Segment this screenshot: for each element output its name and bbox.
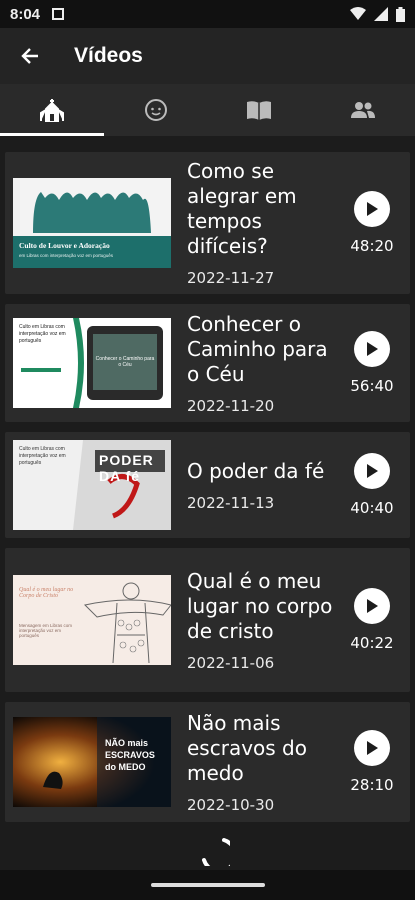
- battery-icon: [396, 6, 405, 22]
- video-date: 2022-11-13: [187, 493, 275, 512]
- thumbnail-subcaption: em Libras com interpretação voz em portu…: [19, 253, 114, 258]
- video-card[interactable]: Qual é o meu lugar no Corpo de Cristo Me…: [5, 548, 410, 692]
- video-date: 2022-11-20: [187, 396, 275, 415]
- thumbnail-subcaption: Conhecer o Caminho para o Céu: [95, 356, 155, 368]
- thumbnail-caption: Qual é o meu lugar no Corpo de Cristo: [19, 587, 74, 599]
- video-info: Não mais escravos do medo 2022-10-30: [187, 711, 342, 814]
- page-title: Vídeos: [74, 44, 143, 67]
- play-control: 48:20: [342, 191, 402, 255]
- status-time: 8:04: [10, 5, 41, 23]
- video-thumbnail: Culto em Libras com interpretação voz em…: [13, 318, 171, 408]
- play-control: 40:40: [342, 453, 402, 517]
- play-button[interactable]: [354, 191, 390, 227]
- video-card[interactable]: NÃO mais ESCRAVOS do MEDO Não mais escra…: [5, 702, 410, 822]
- video-duration: 28:10: [350, 776, 394, 794]
- video-date: 2022-11-06: [187, 653, 275, 672]
- video-duration: 56:40: [350, 377, 394, 395]
- video-date: 2022-10-30: [187, 795, 275, 814]
- video-title: Como se alegrar em tempos difíceis?: [187, 159, 297, 258]
- home-gesture-handle[interactable]: [150, 883, 265, 887]
- play-icon: [367, 342, 378, 356]
- video-card[interactable]: Culto em Libras com interpretação voz em…: [5, 304, 410, 422]
- video-card[interactable]: Culto de Louvor e Adoração em Libras com…: [5, 152, 410, 294]
- video-info: O poder da fé 2022-11-13: [187, 459, 342, 512]
- notification-icon: [52, 8, 65, 20]
- status-icons: [350, 6, 405, 22]
- video-card[interactable]: Culto em Libras com interpretação voz em…: [5, 432, 410, 538]
- thumbnail-subcaption: PODER DA fé: [99, 452, 154, 484]
- video-info: Qual é o meu lugar no corpo de cristo 20…: [187, 569, 342, 672]
- play-icon: [367, 202, 378, 216]
- app-bar: Vídeos: [0, 28, 415, 84]
- play-button[interactable]: [354, 453, 390, 489]
- tab-kids[interactable]: [104, 84, 208, 136]
- thumbnail-subcaption: Mensagem em Libras com interpretação voz…: [19, 623, 73, 638]
- play-icon: [367, 599, 378, 613]
- loading-spinner: [190, 826, 238, 874]
- system-nav-bar: [0, 870, 415, 900]
- thumbnail-caption: Culto de Louvor e Adoração: [19, 241, 110, 250]
- video-thumbnail: Culto de Louvor e Adoração em Libras com…: [13, 178, 171, 268]
- tab-indicator: [0, 133, 104, 136]
- video-duration: 48:20: [350, 237, 394, 255]
- church-icon: [39, 99, 64, 122]
- back-button[interactable]: [16, 42, 44, 70]
- child-face-icon: [144, 99, 167, 121]
- book-icon: [247, 101, 272, 120]
- video-thumbnail: Culto em Libras com interpretação voz em…: [13, 440, 171, 530]
- wifi-icon: [350, 7, 366, 20]
- tab-bible[interactable]: [208, 84, 312, 136]
- video-date: 2022-11-27: [187, 269, 275, 287]
- thumbnail-caption: NÃO mais ESCRAVOS do MEDO: [105, 738, 155, 772]
- video-duration: 40:22: [350, 634, 394, 652]
- tab-church[interactable]: [0, 84, 104, 136]
- video-title: Não mais escravos do medo: [187, 710, 307, 785]
- play-icon: [367, 464, 378, 478]
- play-control: 28:10: [342, 730, 402, 794]
- play-icon: [367, 741, 378, 755]
- play-button[interactable]: [354, 331, 390, 367]
- status-bar: 8:04: [0, 0, 415, 28]
- video-title: Qual é o meu lugar no corpo de cristo: [187, 568, 333, 643]
- signal-icon: [374, 7, 388, 21]
- video-thumbnail: NÃO mais ESCRAVOS do MEDO: [13, 717, 171, 807]
- video-list: Culto de Louvor e Adoração em Libras com…: [0, 136, 415, 822]
- arrow-back-icon: [21, 48, 38, 64]
- play-control: 56:40: [342, 331, 402, 395]
- video-duration: 40:40: [350, 499, 394, 517]
- tab-community[interactable]: [311, 84, 415, 136]
- video-title: O poder da fé: [187, 458, 325, 483]
- loading-spinner-icon: [202, 838, 238, 874]
- group-icon: [351, 102, 376, 118]
- play-control: 40:22: [342, 588, 402, 652]
- video-info: Conhecer o Caminho para o Céu 2022-11-20: [187, 312, 342, 415]
- thumbnail-caption: Culto em Libras com interpretação voz em…: [19, 324, 66, 344]
- play-button[interactable]: [354, 730, 390, 766]
- video-info: Como se alegrar em tempos difíceis? 2022…: [187, 159, 342, 287]
- thumbnail-caption: Culto em Libras com interpretação voz em…: [19, 446, 66, 466]
- tab-bar: [0, 84, 415, 136]
- play-button[interactable]: [354, 588, 390, 624]
- video-title: Conhecer o Caminho para o Céu: [187, 311, 328, 386]
- video-thumbnail: Qual é o meu lugar no Corpo de Cristo Me…: [13, 575, 171, 665]
